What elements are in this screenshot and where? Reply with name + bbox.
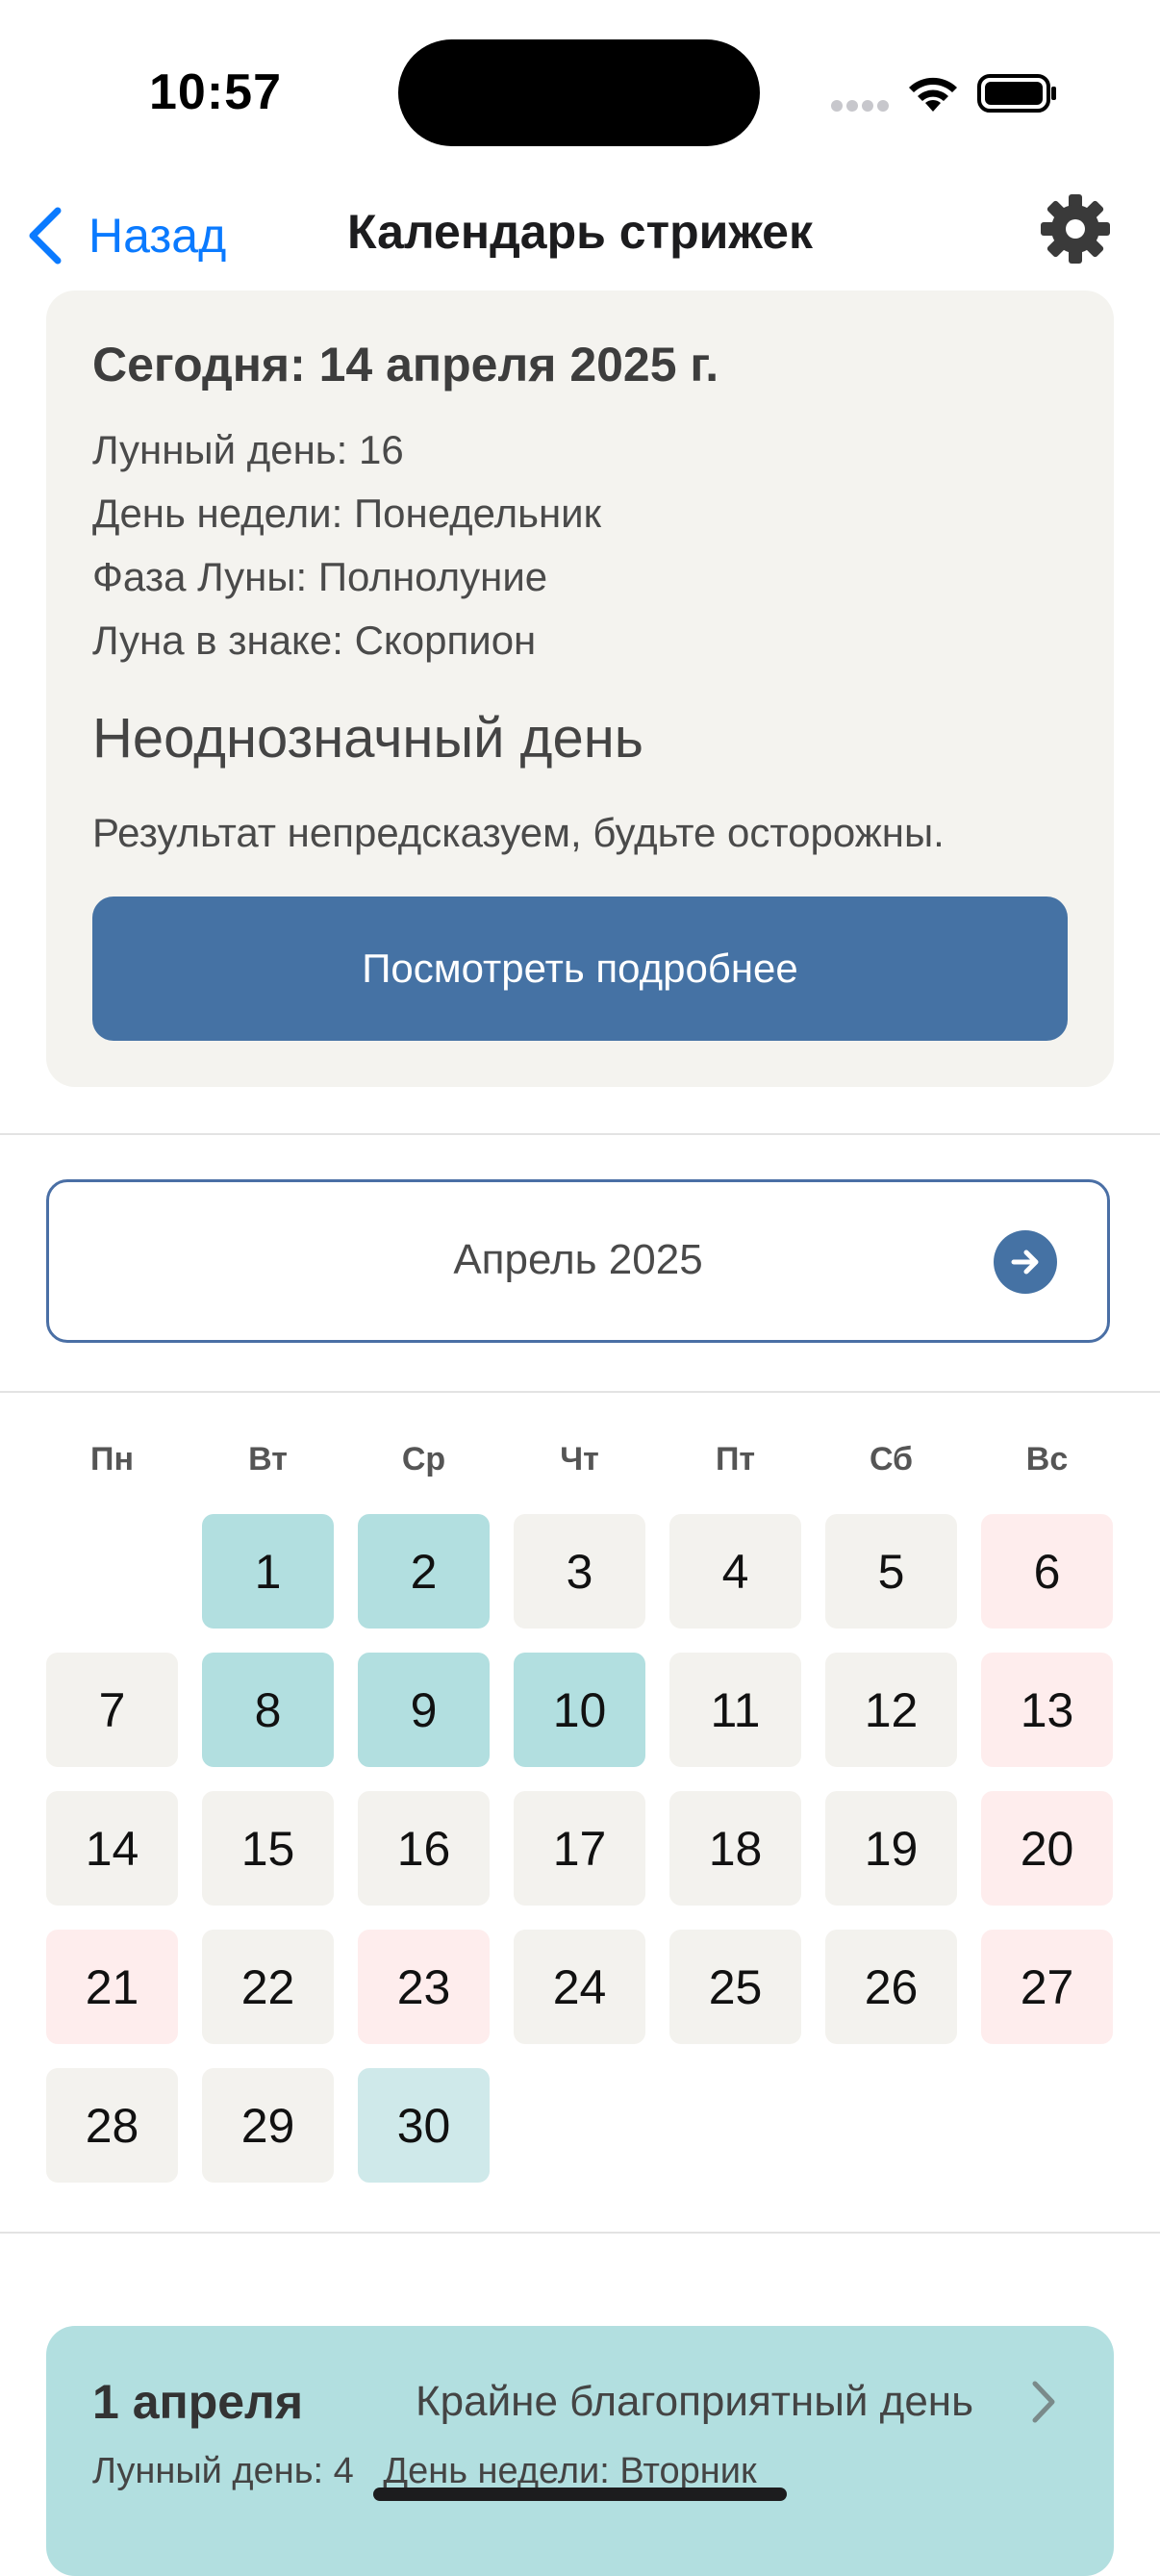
calendar-day-24[interactable]: 24 xyxy=(514,1930,645,2044)
calendar-day-2[interactable]: 2 xyxy=(358,1514,490,1629)
weekday-label: Пт xyxy=(715,1441,756,1477)
calendar-day-16[interactable]: 16 xyxy=(358,1791,490,1906)
calendar-day-19[interactable]: 19 xyxy=(825,1791,957,1906)
divider xyxy=(0,1391,1160,1393)
calendar-day-6[interactable]: 6 xyxy=(981,1514,1113,1629)
today-heading: Сегодня: 14 апреля 2025 г. xyxy=(92,338,719,391)
wifi-icon xyxy=(909,77,957,112)
page-title: Календарь стрижек xyxy=(347,205,813,259)
status-bar: 10:57 xyxy=(0,0,1160,183)
calendar-day-21[interactable]: 21 xyxy=(46,1930,178,2044)
navigation-bar: Назад Календарь стрижек xyxy=(0,183,1160,289)
calendar-day-15[interactable]: 15 xyxy=(202,1791,334,1906)
month-label: Апрель 2025 xyxy=(453,1236,703,1283)
calendar-day-4[interactable]: 4 xyxy=(669,1514,801,1629)
calendar-day-18[interactable]: 18 xyxy=(669,1791,801,1906)
calendar-day-27[interactable]: 27 xyxy=(981,1930,1113,2044)
month-selector[interactable]: Апрель 2025 xyxy=(46,1179,1110,1343)
calendar-day-5[interactable]: 5 xyxy=(825,1514,957,1629)
battery-icon xyxy=(977,74,1056,113)
next-month-button[interactable] xyxy=(994,1230,1057,1294)
day-card-type: Крайне благоприятный день xyxy=(416,2378,974,2425)
calendar-day-23[interactable]: 23 xyxy=(358,1930,490,2044)
calendar-day-9[interactable]: 9 xyxy=(358,1653,490,1767)
calendar-day-7[interactable]: 7 xyxy=(46,1653,178,1767)
divider xyxy=(0,2232,1160,2234)
day-card-weekday: День недели: Вторник xyxy=(383,2451,757,2491)
home-indicator xyxy=(373,2488,787,2501)
cellular-signal-icon xyxy=(831,100,889,114)
weekday-label: Вт xyxy=(248,1441,288,1477)
day-verdict: Неоднозначный день xyxy=(92,707,644,770)
weekday-label: Сб xyxy=(869,1441,914,1477)
status-time: 10:57 xyxy=(149,64,282,120)
weekday: День недели: Понедельник xyxy=(92,491,602,536)
day-card-details: Лунный день: 4 День недели: Вторник xyxy=(92,2451,776,2492)
calendar-day-30[interactable]: 30 xyxy=(358,2068,490,2183)
weekday-label: Ср xyxy=(401,1441,446,1477)
calendar-day-1[interactable]: 1 xyxy=(202,1514,334,1629)
day-card-lunar-day: Лунный день: 4 xyxy=(92,2451,354,2491)
calendar-day-8[interactable]: 8 xyxy=(202,1653,334,1767)
weekday-label: Чт xyxy=(560,1441,599,1477)
calendar-day-25[interactable]: 25 xyxy=(669,1930,801,2044)
calendar-day-20[interactable]: 20 xyxy=(981,1791,1113,1906)
calendar-day-17[interactable]: 17 xyxy=(514,1791,645,1906)
gear-icon[interactable] xyxy=(1039,192,1112,265)
chevron-right-icon xyxy=(1032,2381,1055,2423)
day-result: Результат непредсказуем, будьте осторожн… xyxy=(92,810,945,855)
day-card[interactable]: 1 апреля Крайне благоприятный день Лунны… xyxy=(46,2326,1114,2576)
today-card: Сегодня: 14 апреля 2025 г. Лунный день: … xyxy=(46,290,1114,1087)
calendar-day-26[interactable]: 26 xyxy=(825,1930,957,2044)
calendar-day-14[interactable]: 14 xyxy=(46,1791,178,1906)
lunar-day: Лунный день: 16 xyxy=(92,427,404,472)
more-details-button[interactable]: Посмотреть подробнее xyxy=(92,897,1068,1041)
arrow-right-icon xyxy=(1011,1250,1039,1275)
moon-sign: Луна в знаке: Скорпион xyxy=(92,618,537,663)
weekday-label: Пн xyxy=(90,1441,134,1477)
weekday-label: Вс xyxy=(1025,1441,1069,1477)
day-card-date: 1 апреля xyxy=(92,2375,303,2429)
calendar-day-11[interactable]: 11 xyxy=(669,1653,801,1767)
calendar-day-28[interactable]: 28 xyxy=(46,2068,178,2183)
moon-phase: Фаза Луны: Полнолуние xyxy=(92,554,548,599)
divider xyxy=(0,1133,1160,1135)
calendar-day-12[interactable]: 12 xyxy=(825,1653,957,1767)
calendar-day-22[interactable]: 22 xyxy=(202,1930,334,2044)
dynamic-island xyxy=(398,39,760,146)
calendar-day-29[interactable]: 29 xyxy=(202,2068,334,2183)
calendar-day-3[interactable]: 3 xyxy=(514,1514,645,1629)
calendar-day-13[interactable]: 13 xyxy=(981,1653,1113,1767)
calendar-day-10[interactable]: 10 xyxy=(514,1653,645,1767)
